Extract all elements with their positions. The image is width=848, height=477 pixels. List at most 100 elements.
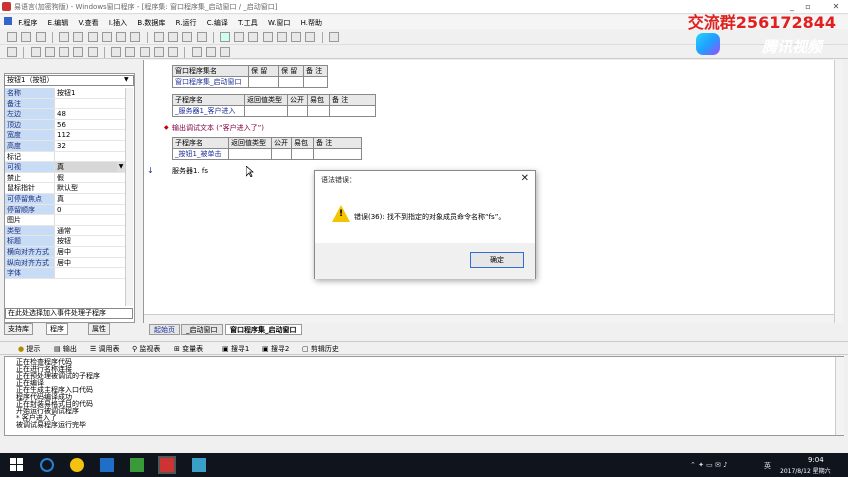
save-icon[interactable] xyxy=(35,32,46,42)
property-row[interactable]: 标记 xyxy=(5,151,125,163)
tab-search1[interactable]: ▣ 搜寻1 xyxy=(222,344,249,354)
property-value[interactable]: 默认型 xyxy=(54,183,125,193)
tab-clip-history[interactable]: ▢ 剪辑历史 xyxy=(302,344,339,354)
property-value[interactable] xyxy=(54,268,125,278)
align-bottom-icon[interactable] xyxy=(87,47,98,57)
output-pane[interactable]: 正在检查程序代码 正在进行名称连接 正在预处理被调试的子程序 正在编译 正在生成主程序入… xyxy=(4,356,844,436)
center-v-icon[interactable] xyxy=(205,47,216,57)
property-row[interactable]: 宽度 112 xyxy=(5,130,125,141)
property-value[interactable]: 真 xyxy=(54,162,117,172)
redo-icon[interactable] xyxy=(130,32,141,42)
tab-variables[interactable]: ⊞ 变量表 xyxy=(174,344,203,354)
breakpoint-icon[interactable] xyxy=(291,32,302,42)
undo-icon[interactable] xyxy=(116,32,127,42)
property-value[interactable]: 假 xyxy=(54,172,125,183)
hand-icon[interactable] xyxy=(305,32,316,42)
property-row[interactable]: 纵向对齐方式 居中 xyxy=(5,257,125,269)
app-blue-icon[interactable] xyxy=(192,458,206,472)
component-selector[interactable]: 按钮1（按钮） xyxy=(4,75,134,86)
property-value[interactable]: 56 xyxy=(54,119,125,130)
tools-icon[interactable] xyxy=(328,32,339,42)
tab-assembly[interactable]: 窗口程序集_启动窗口 xyxy=(225,324,302,335)
editor-hscrollbar[interactable] xyxy=(144,314,834,323)
space-v-icon[interactable] xyxy=(168,47,179,57)
tab-support-library[interactable]: 支持库 xyxy=(4,323,33,335)
step-icon[interactable] xyxy=(248,32,259,42)
editor-scrollbar[interactable] xyxy=(834,60,843,323)
tab-start-page[interactable]: 起始页 xyxy=(149,324,180,335)
order-icon[interactable] xyxy=(219,47,230,57)
property-row[interactable]: 名称 按钮1 xyxy=(5,88,125,99)
ok-button[interactable]: 确定 xyxy=(470,252,524,268)
menu-window[interactable]: W.窗口 xyxy=(264,16,294,30)
step-out-icon[interactable] xyxy=(276,32,287,42)
align-center-icon[interactable] xyxy=(30,47,41,57)
align-top-icon[interactable] xyxy=(59,47,70,57)
property-row[interactable]: 备注 xyxy=(5,98,125,110)
ime-indicator[interactable]: 英 xyxy=(764,461,771,471)
property-value[interactable] xyxy=(54,98,125,109)
menu-help[interactable]: H.帮助 xyxy=(297,16,326,30)
tray-icons[interactable]: ⌃ ✦ ▭ ✉ ♪ xyxy=(690,461,728,469)
output-scrollbar[interactable] xyxy=(835,357,844,435)
tab-call-stack[interactable]: ☰ 调用表 xyxy=(90,344,120,354)
step-into-icon[interactable] xyxy=(262,32,273,42)
layout3-icon[interactable] xyxy=(196,32,207,42)
dialog-close-icon[interactable]: ✕ xyxy=(521,173,529,184)
paste-icon[interactable] xyxy=(87,32,98,42)
property-row[interactable]: 禁止 假 xyxy=(5,172,125,184)
property-row[interactable]: 可停留焦点真 xyxy=(5,193,125,205)
property-row[interactable]: 左边 48 xyxy=(5,109,125,120)
menu-tools[interactable]: T.工具 xyxy=(234,16,262,30)
windows-start-icon[interactable] xyxy=(10,458,24,472)
chevron-down-icon[interactable]: ▼ xyxy=(117,162,125,172)
property-value[interactable]: 48 xyxy=(54,109,125,119)
property-row[interactable]: 顶边 56 xyxy=(5,119,125,131)
tab-search2[interactable]: ▣ 搜寻2 xyxy=(262,344,289,354)
chrome-icon[interactable] xyxy=(70,458,84,472)
property-value[interactable]: 0 xyxy=(54,204,125,215)
same-height-icon[interactable] xyxy=(125,47,136,57)
browser-icon[interactable] xyxy=(40,458,54,472)
sub2-name-cell[interactable]: _按钮1_被单击 xyxy=(172,148,229,160)
new-file-icon[interactable] xyxy=(7,32,18,42)
menu-program[interactable]: F.程序 xyxy=(14,16,41,30)
easy-language-icon[interactable] xyxy=(158,456,176,474)
run-icon[interactable] xyxy=(219,32,230,42)
property-row[interactable]: 标题 按钮 xyxy=(5,236,125,247)
property-row[interactable]: 横向对齐方式 居中 xyxy=(5,246,125,258)
copy-icon[interactable] xyxy=(73,32,84,42)
property-value[interactable]: 通常 xyxy=(54,225,125,236)
menu-compile[interactable]: C.编译 xyxy=(203,16,232,30)
property-value[interactable]: 居中 xyxy=(54,257,125,268)
property-value[interactable]: 按钮 xyxy=(54,236,125,246)
property-value[interactable]: 居中 xyxy=(54,246,125,257)
same-size-icon[interactable] xyxy=(139,47,150,57)
tab-output[interactable]: ▤ 输出 xyxy=(54,344,77,354)
same-width-icon[interactable] xyxy=(111,47,122,57)
tab-properties[interactable]: 属性 xyxy=(88,323,110,335)
property-row[interactable]: 字体 xyxy=(5,268,125,279)
property-value[interactable]: 真 xyxy=(54,193,125,204)
property-value[interactable]: 112 xyxy=(54,130,125,140)
center-h-icon[interactable] xyxy=(191,47,202,57)
property-row[interactable]: 图片 xyxy=(5,215,125,226)
app-green-icon[interactable] xyxy=(130,458,144,472)
align-left-icon[interactable] xyxy=(7,47,18,57)
property-row[interactable]: 高度 32 xyxy=(5,140,125,152)
property-row[interactable]: 可视真 ▼ xyxy=(5,162,125,173)
property-scrollbar[interactable] xyxy=(125,88,133,306)
property-value[interactable] xyxy=(54,215,125,225)
stop-icon[interactable] xyxy=(234,32,245,42)
chevron-down-icon[interactable]: ▼ xyxy=(124,76,129,83)
tab-program[interactable]: 程序 xyxy=(46,323,68,335)
clock-date[interactable]: 2017/8/12 星期六 xyxy=(780,466,831,475)
code-line[interactable]: 服务器1. fs xyxy=(172,166,208,176)
sub1-name-cell[interactable]: _服务器1_客户进入 xyxy=(172,105,245,117)
cut-icon[interactable] xyxy=(59,32,70,42)
space-h-icon[interactable] xyxy=(153,47,164,57)
menu-view[interactable]: V.查看 xyxy=(75,16,103,30)
align-right-icon[interactable] xyxy=(44,47,55,57)
tab-hint[interactable]: ● 提示 xyxy=(18,344,40,354)
property-value[interactable] xyxy=(54,151,125,162)
